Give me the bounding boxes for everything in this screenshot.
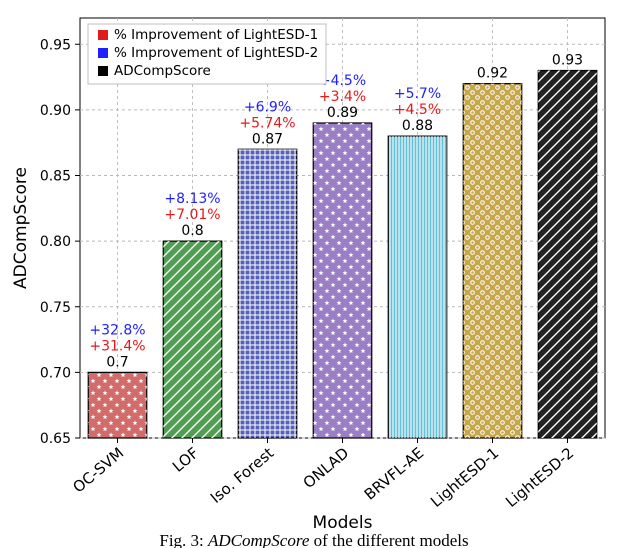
x-tick-label: ONLAD [300, 444, 353, 492]
legend-swatch [98, 66, 108, 76]
improvement-2-label: +6.9% [244, 99, 291, 115]
x-tick-label: LOF [169, 444, 202, 476]
legend-label: % Improvement of LightESD-1 [114, 27, 318, 43]
legend: % Improvement of LightESD-1 % Improvement… [88, 24, 326, 84]
y-tick-label: 0.70 [40, 365, 71, 381]
improvement-2-label: +5.7% [394, 86, 441, 102]
bar-value-label: 0.89 [327, 105, 358, 121]
y-tick-label: 0.95 [40, 37, 71, 53]
bar-value-label: 0.93 [552, 53, 583, 69]
y-tick-label: 0.90 [40, 103, 71, 119]
x-tick-label: Iso. Forest [207, 444, 277, 507]
y-tick-label: 0.85 [40, 169, 71, 185]
y-tick-label: 0.75 [40, 300, 71, 316]
x-axis-label: Models [313, 513, 373, 533]
x-tick-label: LightESD-2 [502, 444, 577, 511]
bar-value-label: 0.88 [402, 118, 433, 134]
bar-value-label: 0.87 [252, 131, 283, 147]
y-tick-label: 0.80 [40, 234, 71, 250]
bar-value-label: 0.7 [106, 354, 128, 370]
y-tick-label: 0.65 [40, 431, 71, 447]
x-tick-label: OC-SVM [69, 444, 127, 497]
improvement-1-label: +4.5% [394, 102, 441, 118]
x-tick-label: LightESD-1 [427, 444, 502, 511]
improvement-2-label: +32.8% [89, 322, 145, 338]
bar-value-label: 0.8 [181, 223, 203, 239]
legend-swatch [98, 30, 108, 40]
adcompscore-chart: 0.650.700.750.800.850.900.950.70.7+31.4%… [0, 0, 628, 548]
improvement-1-label: +31.4% [89, 338, 145, 354]
improvement-2-label: +8.13% [164, 191, 220, 207]
improvement-1-label: +3.4% [319, 89, 366, 105]
x-tick-label: BRVFL-AE [361, 444, 427, 504]
y-axis-label: ADCompScore [11, 167, 31, 289]
legend-label: ADCompScore [114, 63, 211, 79]
legend-swatch [98, 48, 108, 58]
bar-value-label: 0.92 [477, 66, 508, 82]
figure-caption: Fig. 3: ADCompScore of the different mod… [159, 531, 468, 548]
improvement-1-label: +5.74% [239, 115, 295, 131]
improvement-1-label: +7.01% [164, 207, 220, 223]
legend-label: % Improvement of LightESD-2 [114, 45, 318, 61]
